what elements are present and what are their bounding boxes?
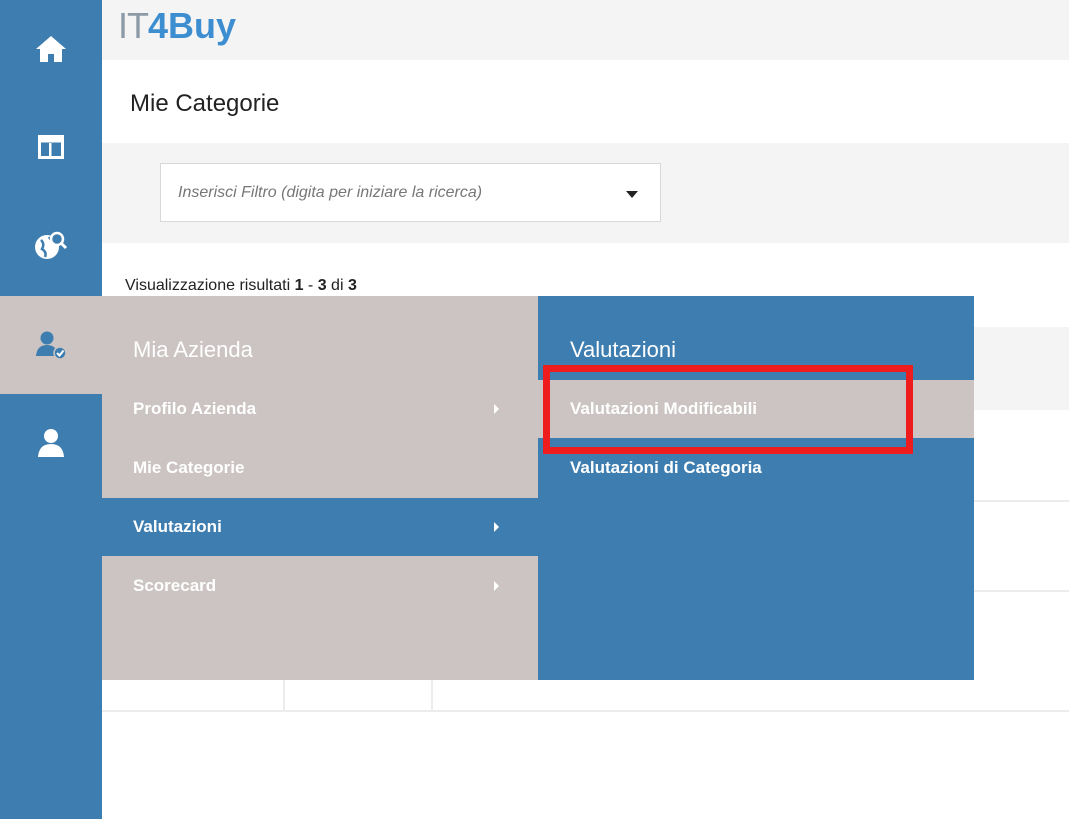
user-check-icon — [36, 331, 67, 360]
flyout-menu-mia-azienda: Mia Azienda Profilo Azienda Mie Categori… — [102, 296, 538, 680]
submenu-heading-valutazioni: Valutazioni — [570, 337, 676, 362]
flyout-submenu-valutazioni: Valutazioni Valutazioni Modificabili Val… — [538, 296, 974, 680]
menu-item-scorecard[interactable]: Scorecard — [102, 557, 538, 615]
menu-item-mie-categorie[interactable]: Mie Categorie — [102, 439, 538, 497]
app-logo[interactable]: IT4Buy — [118, 8, 236, 44]
menu-heading-mia-azienda: Mia Azienda — [133, 337, 253, 362]
rail-item-user[interactable] — [0, 394, 102, 492]
rail-item-my-company[interactable] — [0, 296, 102, 394]
submenu-item-valutazioni-di-categoria[interactable]: Valutazioni di Categoria — [538, 439, 974, 497]
header-bar — [102, 0, 1069, 60]
menu-item-valutazioni[interactable]: Valutazioni — [102, 498, 538, 556]
page-title: Mie Categorie — [130, 90, 280, 117]
table-column-divider — [431, 680, 433, 710]
user-icon — [38, 429, 64, 457]
chevron-right-icon — [494, 522, 499, 532]
chevron-right-icon — [494, 581, 499, 591]
rail-item-dashboard[interactable] — [0, 98, 102, 196]
results-summary: Visualizzazione risultati 1 - 3 di 3 — [125, 277, 357, 294]
table-divider — [102, 710, 1069, 712]
submenu-item-valutazioni-modificabili[interactable]: Valutazioni Modificabili — [538, 380, 974, 438]
left-nav-rail — [0, 0, 102, 819]
chevron-right-icon — [494, 404, 499, 414]
home-icon — [36, 36, 66, 62]
filter-select[interactable]: Inserisci Filtro (digita per iniziare la… — [160, 163, 661, 222]
rail-item-home[interactable] — [0, 0, 102, 98]
menu-item-profilo-azienda[interactable]: Profilo Azienda — [102, 380, 538, 438]
caret-down-icon — [626, 191, 638, 198]
table-column-divider — [283, 680, 285, 710]
dashboard-icon — [38, 135, 64, 159]
globe-search-icon — [35, 231, 68, 259]
filter-placeholder: Inserisci Filtro (digita per iniziare la… — [178, 184, 483, 201]
rail-item-global-search[interactable] — [0, 196, 102, 294]
